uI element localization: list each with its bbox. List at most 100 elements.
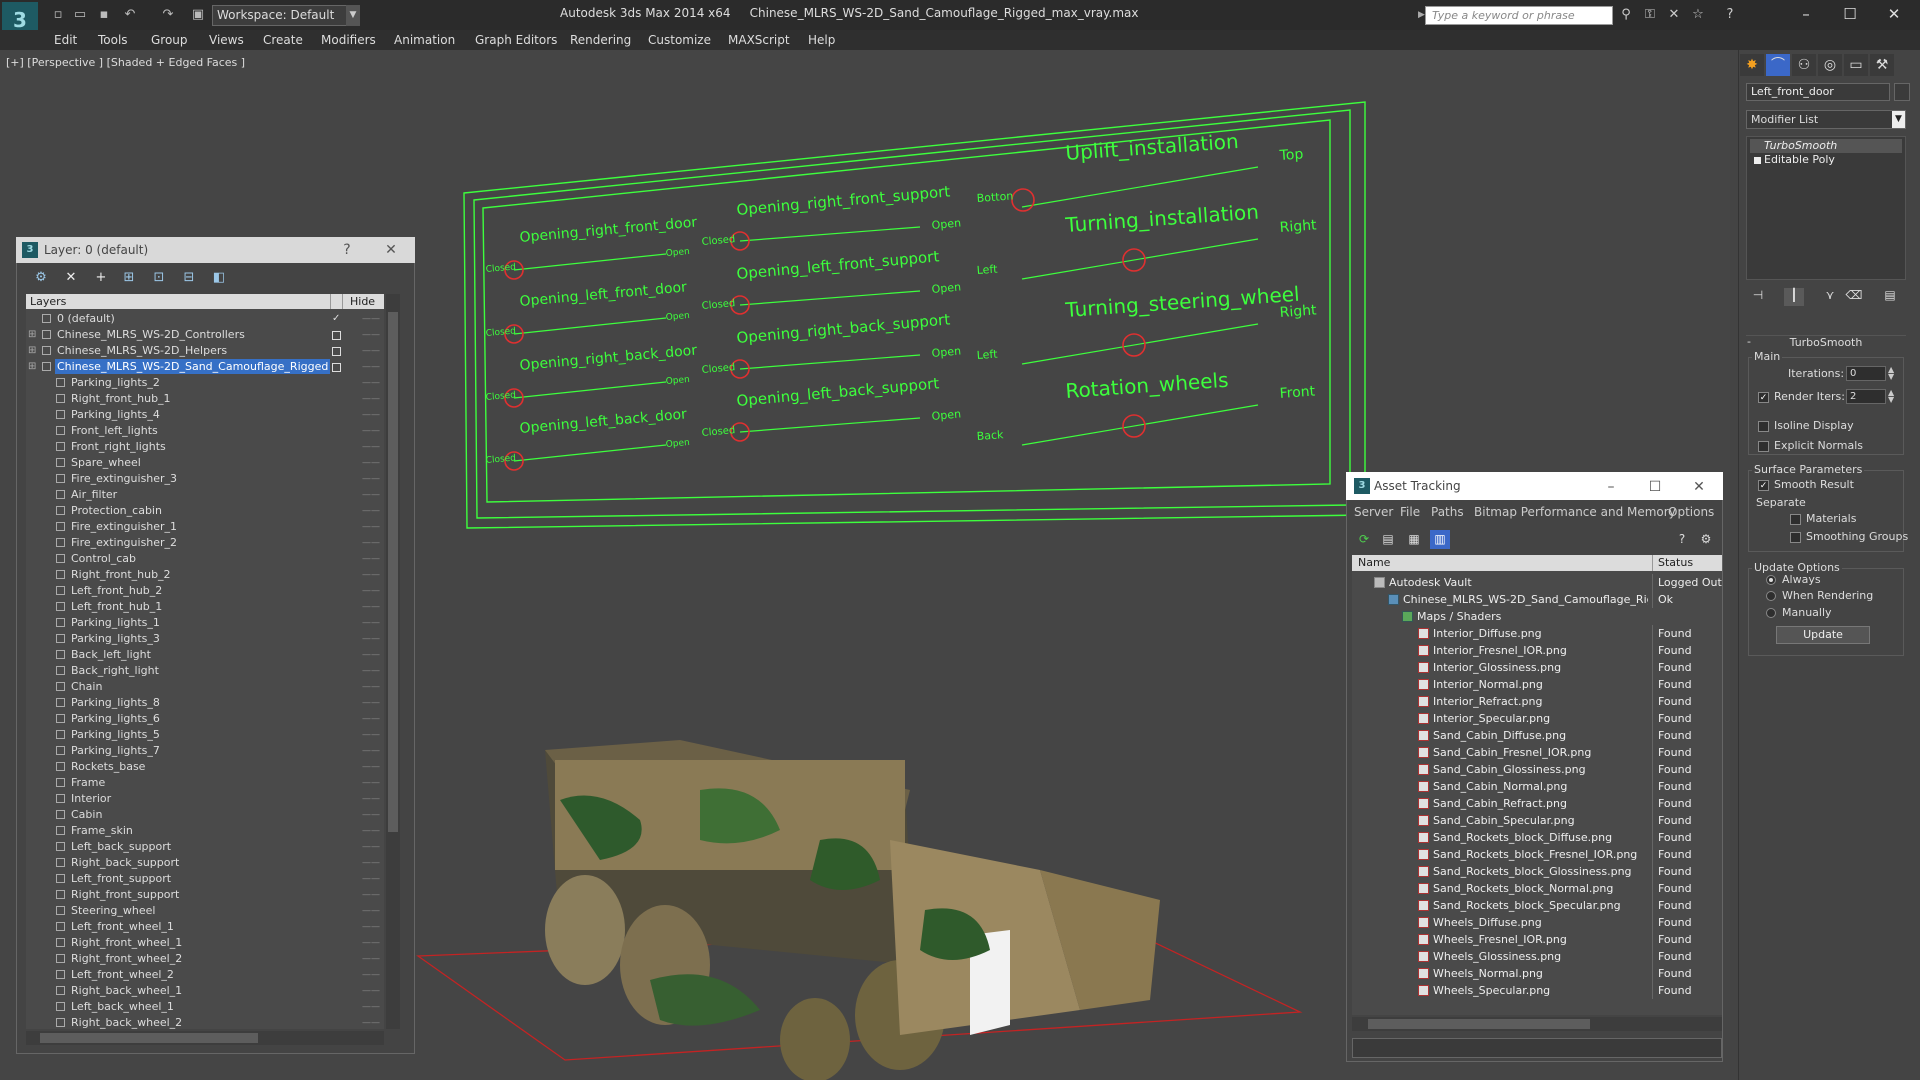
menu-rendering[interactable]: Rendering bbox=[570, 31, 631, 49]
render-iters-spinner[interactable]: 2 bbox=[1846, 389, 1886, 404]
hide-toggle[interactable]: —— bbox=[362, 359, 382, 375]
active-layer-check-icon[interactable]: ✓ bbox=[332, 311, 341, 324]
minimize-icon[interactable]: – bbox=[1596, 477, 1626, 497]
chevron-down-icon[interactable]: ▼ bbox=[1892, 111, 1905, 128]
close-icon[interactable]: ✕ bbox=[1874, 3, 1914, 25]
select-objects-icon[interactable]: ⊡ bbox=[148, 268, 170, 288]
name-column-header[interactable]: Name bbox=[1358, 556, 1390, 569]
thumbnail-view-icon[interactable]: ▦ bbox=[1404, 530, 1424, 549]
refresh-icon[interactable]: ⟳ bbox=[1354, 530, 1374, 549]
smooth-result-checkbox[interactable]: ✓ bbox=[1758, 480, 1769, 491]
layer-row[interactable]: Left_back_support —— bbox=[26, 839, 384, 855]
slider-handle[interactable] bbox=[1011, 188, 1035, 212]
new-file-icon[interactable]: ▫ bbox=[50, 7, 66, 23]
layer-vertical-scroll-thumb[interactable] bbox=[388, 312, 398, 832]
modify-tab-icon[interactable]: ⌒ bbox=[1766, 54, 1790, 76]
spinner-arrows-icon[interactable]: ▲ ▼ bbox=[1888, 366, 1894, 381]
asset-row[interactable]: Wheels_Normal.png Found bbox=[1352, 965, 1722, 982]
delete-layer-icon[interactable]: ✕ bbox=[60, 268, 82, 288]
menu-animation[interactable]: Animation bbox=[394, 31, 455, 49]
materials-checkbox[interactable] bbox=[1790, 514, 1801, 525]
menu-views[interactable]: Views bbox=[209, 31, 244, 49]
hide-toggle[interactable]: —— bbox=[362, 343, 382, 359]
project-folder-icon[interactable]: ▣ bbox=[190, 7, 206, 23]
layer-row[interactable]: 0 (default) ✓ —— bbox=[26, 311, 384, 327]
layer-row[interactable]: Parking_lights_8 —— bbox=[26, 695, 384, 711]
hide-toggle[interactable]: —— bbox=[362, 887, 382, 903]
layer-properties-icon[interactable]: ⚙ bbox=[30, 268, 52, 288]
smoothing-groups-checkbox[interactable] bbox=[1790, 532, 1801, 543]
layer-row[interactable]: Spare_wheel —— bbox=[26, 455, 384, 471]
hide-toggle[interactable]: —— bbox=[362, 391, 382, 407]
hide-toggle[interactable]: —— bbox=[362, 567, 382, 583]
spinner-arrows-icon[interactable]: ▲ ▼ bbox=[1888, 389, 1894, 404]
asset-row[interactable]: Sand_Rockets_block_Glossiness.png Found bbox=[1352, 863, 1722, 880]
layer-row[interactable]: Left_front_wheel_2 —— bbox=[26, 967, 384, 983]
asset-row[interactable]: Interior_Normal.png Found bbox=[1352, 676, 1722, 693]
hide-column-header[interactable]: Hide bbox=[350, 294, 375, 309]
menu-help[interactable]: Help bbox=[808, 31, 835, 49]
layer-row[interactable]: Right_front_support —— bbox=[26, 887, 384, 903]
expand-icon[interactable]: ⊞ bbox=[28, 327, 36, 343]
asset-horizontal-scroll-thumb[interactable] bbox=[1368, 1019, 1590, 1029]
asset-row[interactable]: Sand_Rockets_block_Diffuse.png Found bbox=[1352, 829, 1722, 846]
hide-toggle[interactable]: —— bbox=[362, 551, 382, 567]
layer-row[interactable]: Left_back_wheel_1 —— bbox=[26, 999, 384, 1015]
expand-icon[interactable]: ⊞ bbox=[28, 359, 36, 375]
hide-toggle[interactable]: —— bbox=[362, 855, 382, 871]
asset-menu-options[interactable]: Options bbox=[1668, 505, 1714, 519]
communication-icon[interactable]: ✕ bbox=[1665, 7, 1683, 23]
object-name-field[interactable]: Left_front_door bbox=[1746, 83, 1890, 101]
hide-toggle[interactable]: —— bbox=[362, 535, 382, 551]
explicit-normals-checkbox[interactable] bbox=[1758, 441, 1769, 452]
asset-menu-paths[interactable]: Paths bbox=[1431, 505, 1464, 519]
motion-tab-icon[interactable]: ◎ bbox=[1818, 54, 1842, 76]
layer-row[interactable]: Parking_lights_4 —— bbox=[26, 407, 384, 423]
hide-toggle[interactable]: —— bbox=[362, 599, 382, 615]
settings-icon[interactable]: ⚙ bbox=[1696, 530, 1716, 549]
asset-row[interactable]: Interior_Refract.png Found bbox=[1352, 693, 1722, 710]
asset-path-field[interactable] bbox=[1352, 1038, 1722, 1058]
hide-toggle[interactable]: —— bbox=[362, 679, 382, 695]
asset-row[interactable]: Sand_Cabin_Glossiness.png Found bbox=[1352, 761, 1722, 778]
layer-row[interactable]: Fire_extinguisher_2 —— bbox=[26, 535, 384, 551]
create-layer-icon[interactable]: + bbox=[90, 268, 112, 288]
hide-toggle[interactable]: —— bbox=[362, 999, 382, 1015]
close-icon[interactable]: ✕ bbox=[1684, 477, 1714, 497]
hide-toggle[interactable]: —— bbox=[362, 903, 382, 919]
utilities-tab-icon[interactable]: ⚒ bbox=[1870, 54, 1894, 76]
layer-row[interactable]: Left_front_hub_1 —— bbox=[26, 599, 384, 615]
hide-toggle[interactable]: —— bbox=[362, 615, 382, 631]
asset-row[interactable]: Sand_Cabin_Specular.png Found bbox=[1352, 812, 1722, 829]
asset-row[interactable]: Maps / Shaders bbox=[1352, 608, 1722, 625]
help-icon[interactable]: ? bbox=[1721, 7, 1739, 23]
when-rendering-radio[interactable] bbox=[1766, 591, 1776, 601]
hide-toggle[interactable]: —— bbox=[362, 775, 382, 791]
hide-toggle[interactable]: —— bbox=[362, 871, 382, 887]
hide-toggle[interactable]: —— bbox=[362, 407, 382, 423]
favorites-icon[interactable]: ☆ bbox=[1689, 7, 1707, 23]
layers-column-header[interactable]: Layers bbox=[30, 294, 66, 309]
hide-toggle[interactable]: —— bbox=[362, 631, 382, 647]
layer-row[interactable]: Right_back_wheel_1 —— bbox=[26, 983, 384, 999]
object-color-swatch[interactable] bbox=[1894, 83, 1910, 101]
hide-toggle[interactable]: —— bbox=[362, 983, 382, 999]
iterations-spinner[interactable]: 0 bbox=[1846, 366, 1886, 381]
hide-toggle[interactable]: —— bbox=[362, 791, 382, 807]
hide-toggle[interactable]: —— bbox=[362, 663, 382, 679]
help-icon[interactable]: ? bbox=[1672, 530, 1692, 549]
render-iters-checkbox[interactable]: ✓ bbox=[1758, 392, 1769, 403]
layer-row[interactable]: Fire_extinguisher_1 —— bbox=[26, 519, 384, 535]
chevron-down-icon[interactable]: ▼ bbox=[346, 5, 360, 26]
hide-all-icon[interactable]: ◧ bbox=[208, 268, 230, 288]
layer-row[interactable]: Back_left_light —— bbox=[26, 647, 384, 663]
asset-row[interactable]: Interior_Glossiness.png Found bbox=[1352, 659, 1722, 676]
hide-toggle[interactable]: —— bbox=[362, 759, 382, 775]
asset-row[interactable]: Sand_Cabin_Refract.png Found bbox=[1352, 795, 1722, 812]
asset-row[interactable]: Wheels_Glossiness.png Found bbox=[1352, 948, 1722, 965]
create-tab-icon[interactable]: ✸ bbox=[1740, 54, 1764, 76]
asset-row[interactable]: Wheels_Fresnel_IOR.png Found bbox=[1352, 931, 1722, 948]
hide-toggle[interactable]: —— bbox=[362, 311, 382, 327]
layer-horizontal-scroll-thumb[interactable] bbox=[40, 1033, 258, 1043]
menu-modifiers[interactable]: Modifiers bbox=[321, 31, 376, 49]
